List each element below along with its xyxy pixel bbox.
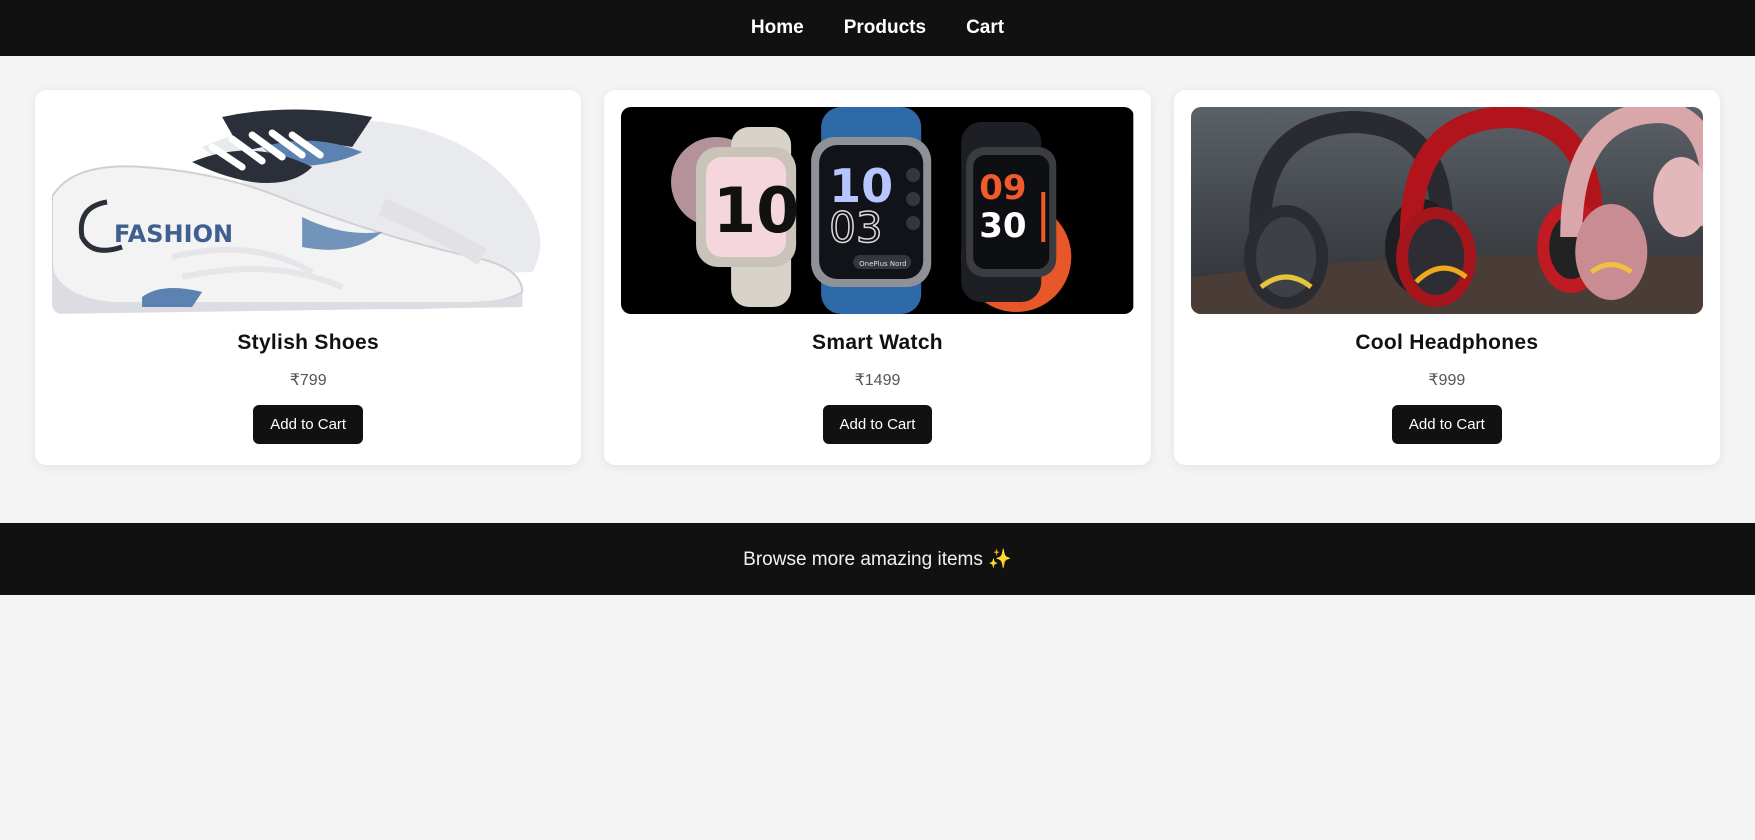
watch-right-hour: 09	[980, 168, 1027, 208]
product-grid: FASHION Stylish Shoes ₹799 Add to Cart 1…	[35, 90, 1720, 465]
product-name: Smart Watch	[812, 331, 943, 354]
add-to-cart-button-watch[interactable]: Add to Cart	[822, 405, 933, 444]
product-price: ₹799	[289, 372, 327, 389]
sneaker-image: FASHION	[52, 107, 565, 314]
product-card-headphones: Cool Headphones ₹999 Add to Cart	[1173, 90, 1720, 465]
nav-link-cart[interactable]: Cart	[966, 17, 1004, 39]
watch-left-time: 10	[713, 174, 799, 247]
product-name: Stylish Shoes	[237, 331, 379, 354]
watch-center-minute: 03	[829, 203, 882, 252]
footer-banner: Browse more amazing items ✨	[0, 523, 1755, 595]
add-to-cart-button-shoes[interactable]: Add to Cart	[253, 405, 364, 444]
top-navbar: Home Products Cart	[0, 0, 1755, 56]
shoe-brand-text: FASHION	[114, 220, 233, 248]
product-price: ₹999	[1428, 372, 1466, 389]
smartwatch-image: 10 10 03 OnePlus Nord 09 30	[621, 107, 1134, 314]
product-card-shoes: FASHION Stylish Shoes ₹799 Add to Cart	[35, 90, 582, 465]
product-card-watch: 10 10 03 OnePlus Nord 09 30 Smart Watch …	[604, 90, 1151, 465]
footer-text: Browse more amazing items ✨	[743, 549, 1012, 570]
headphones-image	[1190, 107, 1703, 314]
watch-right-minute: 30	[980, 206, 1027, 246]
watch-brand-text: OnePlus Nord	[859, 260, 906, 268]
product-name: Cool Headphones	[1355, 331, 1539, 354]
product-price: ₹1499	[854, 372, 901, 389]
nav-link-products[interactable]: Products	[844, 17, 926, 39]
add-to-cart-button-headphones[interactable]: Add to Cart	[1391, 405, 1502, 444]
nav-link-home[interactable]: Home	[751, 17, 804, 39]
